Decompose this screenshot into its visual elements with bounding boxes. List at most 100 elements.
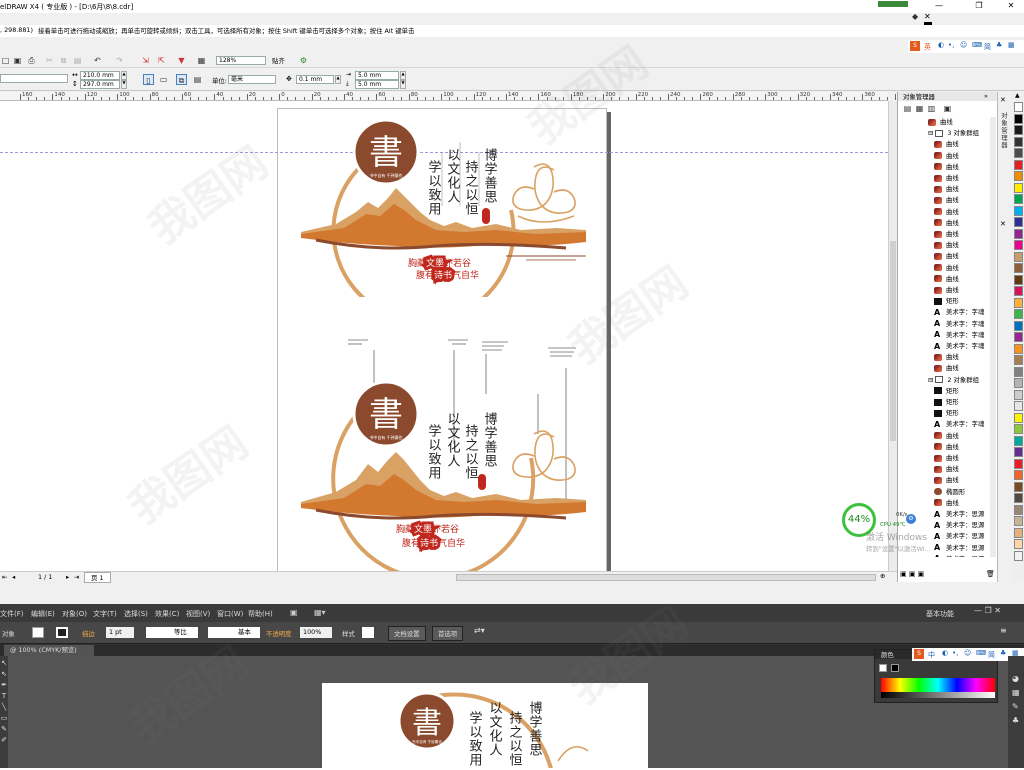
object-row[interactable]: 矩形 (934, 397, 959, 408)
palette-swatch[interactable] (1014, 539, 1023, 549)
palette-swatch[interactable] (1014, 458, 1023, 469)
palette-swatch[interactable] (1014, 389, 1023, 400)
object-row[interactable]: 曲线 (934, 162, 959, 173)
trash-icon[interactable]: 🗑 (986, 570, 995, 578)
palette-swatch[interactable] (1014, 194, 1023, 204)
menu-item[interactable]: 文件(F) (0, 609, 24, 619)
arrange-icon[interactable]: ▦▾ (314, 608, 326, 617)
app-launcher-icon[interactable]: ▦ (196, 55, 207, 66)
export-icon[interactable]: ⇱ (156, 55, 167, 66)
palette-swatch[interactable] (1014, 274, 1023, 285)
palette-swatch[interactable] (1014, 148, 1023, 158)
palette-swatch[interactable] (1014, 309, 1023, 319)
undo-icon[interactable]: ↶ (92, 55, 103, 66)
object-group-row[interactable]: ⊟ 3 对象群组 (928, 128, 979, 139)
menu-item[interactable]: 窗口(W) (217, 609, 243, 619)
fill-swatch[interactable] (32, 627, 44, 638)
page-height-field[interactable]: 297.0 mm (80, 80, 120, 89)
options-icon[interactable]: ⚙ (298, 55, 309, 66)
variable-width-profile[interactable]: 等比 (146, 627, 198, 638)
palette-swatch[interactable] (1014, 171, 1023, 181)
object-row[interactable]: 曲线 (934, 240, 959, 251)
object-row[interactable]: 矩形 (934, 386, 959, 397)
palette-swatch[interactable] (1014, 527, 1023, 538)
ime-moon-icon[interactable]: ◐ (942, 649, 948, 657)
object-row[interactable]: 曲线 (928, 117, 953, 128)
palette-swatch[interactable] (1014, 251, 1023, 262)
ctrl-stroke[interactable]: 描边 (82, 629, 95, 638)
ai-artboard[interactable]: 書 书中自有 千钟粟也 博学善思 持之以恒 以文化人 学以致用 (322, 683, 648, 770)
docker-close-icon[interactable]: ✕ (1000, 96, 1006, 104)
ime-shirt-icon[interactable]: ♣ (1000, 649, 1006, 657)
graphic-style-swatch[interactable] (362, 627, 374, 638)
ime-grid-icon[interactable]: ▦ (1008, 41, 1015, 49)
copy-icon[interactable]: ⧉ (58, 55, 69, 66)
dup-distance-x[interactable]: 5.0 mm (355, 71, 399, 80)
opacity-field[interactable]: 100% (300, 627, 332, 638)
zoom-icon[interactable]: ⊕ (880, 572, 885, 580)
palette-swatch[interactable] (1014, 159, 1023, 170)
object-row[interactable]: 曲线 (934, 218, 959, 229)
horizontal-scrollbar[interactable] (456, 574, 876, 581)
object-row[interactable]: 矩形 (934, 408, 959, 419)
pencil-tool-icon[interactable]: ✐ (0, 735, 8, 746)
ai-artwork[interactable]: 書 书中自有 千钟粟也 博学善思 持之以恒 以文化人 学以致用 (322, 683, 648, 770)
menu-item[interactable]: 选择(S) (124, 609, 148, 619)
object-row[interactable]: 曲线 (934, 442, 959, 453)
document-setup-button[interactable]: 文档设置 (388, 626, 426, 641)
object-group-row[interactable]: ⊟ 2 对象群组 (928, 375, 979, 386)
palette-swatch[interactable] (1014, 504, 1023, 515)
object-row[interactable]: A 美术字：字魂 (934, 341, 984, 352)
current-page-icon[interactable]: ▤ (192, 74, 203, 85)
width-spinner[interactable]: ▲ (121, 71, 127, 80)
layer-manager-view-icon[interactable]: ▥ (926, 103, 937, 114)
fill-tool-icon[interactable]: ◆ (912, 12, 918, 21)
palette-swatch[interactable] (1014, 228, 1023, 239)
save-icon[interactable]: ▣ (12, 55, 23, 66)
selection-tool-icon[interactable]: ↖ (0, 658, 8, 669)
restore-button[interactable]: ❐ (966, 0, 992, 12)
object-row[interactable]: A 美术字：字魂 (934, 307, 984, 318)
object-row[interactable]: 曲线 (934, 498, 959, 509)
paste-icon[interactable]: ▤ (72, 55, 83, 66)
object-row[interactable]: A 美术字：思源 (934, 531, 984, 542)
brushes-icon[interactable]: ✎ (1012, 700, 1020, 714)
menu-item[interactable]: 帮助(H) (248, 609, 273, 619)
ime-keyboard-icon[interactable]: ⌨ (976, 649, 986, 657)
palette-swatch[interactable] (1014, 332, 1023, 342)
new-icon[interactable]: □ (0, 55, 11, 66)
portrait-icon[interactable]: ▯ (143, 74, 154, 85)
object-row[interactable]: 曲线 (934, 431, 959, 442)
ime-simp[interactable]: 简 (984, 42, 991, 52)
preferences-button[interactable]: 首选项 (432, 626, 464, 641)
color-guide-icon[interactable]: ◕ (1012, 672, 1020, 686)
palette-swatch[interactable] (1014, 366, 1023, 377)
palette-swatch[interactable] (1014, 136, 1023, 147)
docker-close-icon-2[interactable]: ✕ (1000, 220, 1006, 228)
object-row[interactable]: 曲线 (934, 464, 959, 475)
palette-swatch[interactable] (1014, 412, 1023, 423)
gray-ramp[interactable] (881, 692, 995, 698)
zoom-select[interactable]: 128% (216, 56, 266, 65)
type-tool-icon[interactable]: T (0, 691, 8, 702)
palette-swatch[interactable] (1014, 286, 1023, 296)
ime-smile-icon[interactable]: ☺ (960, 41, 967, 49)
stroke-swatch[interactable] (56, 627, 68, 638)
palette-swatch[interactable] (1014, 205, 1023, 216)
landscape-icon[interactable]: ▭ (158, 74, 169, 85)
vertical-scrollbar[interactable] (888, 101, 897, 571)
palette-swatch[interactable] (1014, 481, 1023, 492)
color-spectrum[interactable] (881, 678, 995, 692)
height-spinner[interactable]: ▼ (121, 80, 127, 89)
horizontal-ruler[interactable]: 160 140 120 100 80 60 40 20 0 20 40 60 80 100 120 140 16… (0, 92, 921, 101)
direct-selection-tool-icon[interactable]: ⇖ (0, 669, 8, 680)
panel-expand-icon[interactable]: » (984, 92, 988, 100)
object-row[interactable]: 曲线 (934, 195, 959, 206)
palette-swatch[interactable] (1014, 240, 1023, 250)
palette-swatch[interactable] (1014, 125, 1023, 135)
redo-icon[interactable]: ↷ (114, 55, 125, 66)
bridge-icon[interactable]: ▣ (290, 608, 298, 617)
panel-menu-icon[interactable]: ≡ (1000, 626, 1007, 635)
object-tree[interactable]: 曲线 ⊟ 3 对象群组 曲线 曲线 曲线 曲线 曲线 曲线 曲线 曲线 曲线 曲线 曲线 曲线 曲线 曲线 矩形 A… (898, 117, 994, 557)
object-row[interactable]: 曲线 (934, 207, 959, 218)
